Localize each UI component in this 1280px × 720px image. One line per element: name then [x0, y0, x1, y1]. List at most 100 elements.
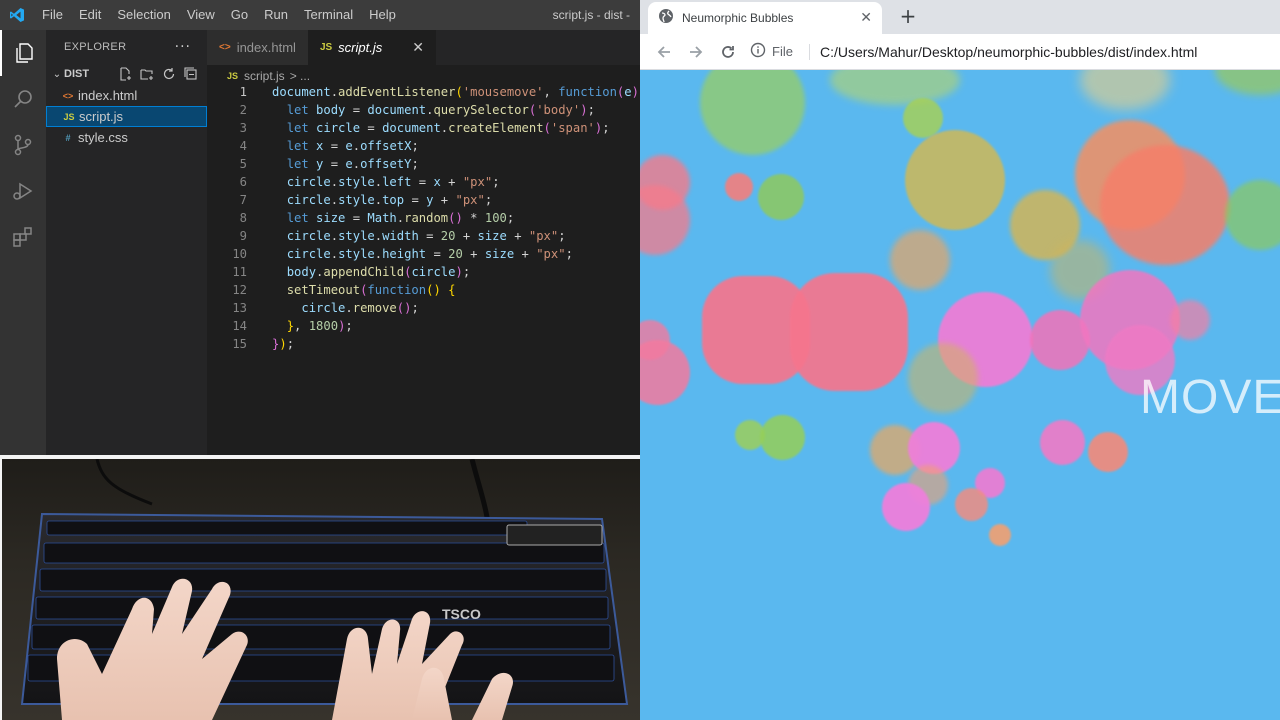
- svg-text:TSCO: TSCO: [442, 606, 481, 622]
- code-line: 2 let body = document.querySelector('bod…: [207, 101, 640, 119]
- line-number: 5: [239, 157, 247, 171]
- tab-label: index.html: [236, 40, 296, 55]
- file-style-css[interactable]: # style.css: [46, 127, 207, 148]
- line-number: 10: [232, 247, 247, 261]
- line-number: 13: [232, 301, 247, 315]
- menu-view[interactable]: View: [179, 0, 223, 30]
- line-number: 1: [239, 85, 247, 99]
- menu-run[interactable]: Run: [256, 0, 296, 30]
- explorer-title: EXPLORER: [64, 40, 127, 53]
- browser-toolbar: File C:/Users/Mahur/Desktop/neumorphic-b…: [640, 34, 1280, 70]
- bubble: [989, 524, 1011, 546]
- bubble: [1080, 70, 1170, 110]
- line-number: 4: [239, 139, 247, 153]
- js-file-icon: JS: [227, 71, 239, 81]
- webcam-overlay: TSCO: [0, 455, 648, 720]
- browser-window: Neumorphic Bubbles ✕ + File C:/Users/Mah…: [640, 0, 1280, 720]
- code-line: 5 let y = e.offsetY;: [207, 155, 640, 173]
- line-number: 2: [239, 103, 247, 117]
- bubble: [725, 173, 753, 201]
- globe-icon: [658, 8, 674, 28]
- code-line: 15});: [207, 335, 640, 353]
- bubble: [700, 70, 805, 155]
- explorer-header: EXPLORER ···: [46, 30, 207, 63]
- editor-tabs: <> index.html JS script.js ✕: [207, 30, 640, 65]
- tab-label: script.js: [338, 40, 383, 55]
- code-line: 13 circle.remove();: [207, 299, 640, 317]
- run-debug-icon[interactable]: [0, 168, 46, 214]
- menu-go[interactable]: Go: [223, 0, 256, 30]
- code-line: 7 circle.style.top = y + "px";: [207, 191, 640, 209]
- divider: [808, 43, 810, 60]
- breadcrumb-rest[interactable]: > ...: [290, 69, 310, 83]
- close-icon[interactable]: ✕: [860, 10, 872, 26]
- vscode-window: File Edit Selection View Go Run Terminal…: [0, 0, 640, 455]
- menu-selection[interactable]: Selection: [109, 0, 178, 30]
- line-number: 9: [239, 229, 247, 243]
- bubble: [1170, 300, 1210, 340]
- bubble: [830, 70, 960, 105]
- more-actions-icon[interactable]: ···: [175, 39, 191, 55]
- bubble: [905, 130, 1005, 230]
- js-file-icon: JS: [319, 42, 333, 53]
- code-line: 4 let x = e.offsetX;: [207, 137, 640, 155]
- bubble: [890, 230, 950, 290]
- file-name: style.css: [78, 130, 128, 145]
- keyboard-video-image: TSCO: [2, 459, 642, 720]
- back-icon[interactable]: [648, 38, 680, 66]
- menu-edit[interactable]: Edit: [71, 0, 109, 30]
- code-line: 10 circle.style.height = 20 + size + "px…: [207, 245, 640, 263]
- new-file-icon[interactable]: [117, 66, 133, 82]
- folder-name: DIST: [64, 68, 90, 80]
- line-number: 12: [232, 283, 247, 297]
- page-headline: MOVE: [1140, 371, 1280, 424]
- code-editor: <> index.html JS script.js ✕ JS script.j…: [207, 30, 640, 455]
- address-bar[interactable]: File C:/Users/Mahur/Desktop/neumorphic-b…: [750, 38, 1272, 66]
- menu-bar: File Edit Selection View Go Run Terminal…: [34, 0, 404, 30]
- bubble: [790, 273, 908, 391]
- bubble: [955, 488, 988, 521]
- tab-script-js[interactable]: JS script.js ✕: [307, 30, 436, 65]
- bubble: [1215, 70, 1280, 95]
- tab-index-html[interactable]: <> index.html: [207, 30, 308, 65]
- bubble: [758, 174, 804, 220]
- code-line: 3 let circle = document.createElement('s…: [207, 119, 640, 137]
- html-file-icon: <>: [219, 42, 231, 53]
- new-tab-button[interactable]: +: [896, 4, 920, 28]
- line-number: 8: [239, 211, 247, 225]
- browser-tab-strip: Neumorphic Bubbles ✕ +: [640, 0, 1280, 34]
- forward-icon[interactable]: [680, 38, 712, 66]
- extensions-icon[interactable]: [0, 214, 46, 260]
- tab-title: Neumorphic Bubbles: [682, 11, 794, 25]
- file-script-js[interactable]: JS script.js: [46, 106, 207, 127]
- file-name: script.js: [79, 109, 124, 124]
- file-label: File: [772, 44, 793, 59]
- browser-tab[interactable]: Neumorphic Bubbles ✕: [648, 2, 882, 34]
- source-control-icon[interactable]: [0, 122, 46, 168]
- code-area[interactable]: 1 document.addEventListener('mousemove', …: [207, 83, 640, 353]
- menu-help[interactable]: Help: [361, 0, 404, 30]
- code-line: 9 circle.style.width = 20 + size + "px";: [207, 227, 640, 245]
- site-info[interactable]: File: [750, 42, 793, 61]
- breadcrumb-file[interactable]: script.js: [244, 69, 285, 83]
- url-text[interactable]: C:/Users/Mahur/Desktop/neumorphic-bubble…: [820, 44, 1197, 60]
- new-folder-icon[interactable]: [139, 66, 155, 82]
- file-index-html[interactable]: <> index.html: [46, 85, 207, 106]
- code-line: 6 circle.style.left = x + "px";: [207, 173, 640, 191]
- search-icon[interactable]: [0, 76, 46, 122]
- refresh-icon[interactable]: [161, 66, 177, 82]
- css-file-icon: #: [65, 132, 71, 143]
- explorer-icon[interactable]: [0, 30, 46, 76]
- collapse-all-icon[interactable]: [183, 66, 199, 82]
- page-content[interactable]: MOVE: [640, 70, 1280, 720]
- code-line: 8 let size = Math.random() * 100;: [207, 209, 640, 227]
- menu-terminal[interactable]: Terminal: [296, 0, 361, 30]
- bubble: [640, 340, 690, 405]
- bubble: [1100, 145, 1230, 265]
- menu-file[interactable]: File: [34, 0, 71, 30]
- close-icon[interactable]: ✕: [412, 40, 424, 56]
- title-bar: File Edit Selection View Go Run Terminal…: [0, 0, 640, 30]
- info-icon: [750, 42, 766, 61]
- folder-dist[interactable]: ⌄ DIST: [46, 63, 207, 85]
- reload-icon[interactable]: [712, 38, 744, 66]
